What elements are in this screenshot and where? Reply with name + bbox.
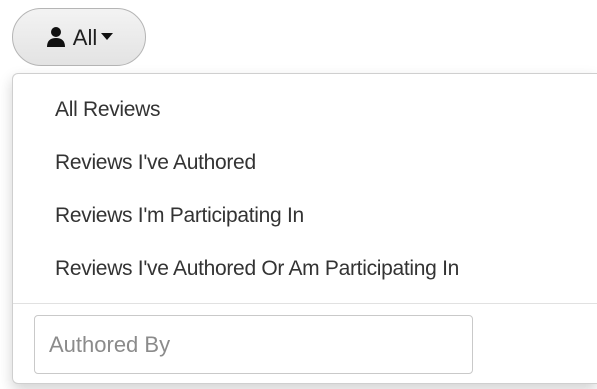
filter-menu-list: All Reviews Reviews I've Authored Review… [13,74,597,295]
menu-item-reviews-authored[interactable]: Reviews I've Authored [13,136,597,189]
menu-item-all-reviews[interactable]: All Reviews [13,83,597,136]
caret-down-icon [101,31,114,43]
filter-button-label: All [72,24,98,50]
filter-dropdown-menu: All Reviews Reviews I've Authored Review… [12,73,597,384]
review-filter-widget: All All Reviews Reviews I've Authored Re… [0,0,597,389]
review-filter-button[interactable]: All [12,8,146,66]
authored-by-input[interactable] [34,315,473,374]
menu-item-reviews-participating[interactable]: Reviews I'm Participating In [13,189,597,242]
menu-item-authored-or-participating[interactable]: Reviews I've Authored Or Am Participatin… [13,242,597,295]
menu-divider [13,303,597,304]
user-icon [45,25,67,49]
